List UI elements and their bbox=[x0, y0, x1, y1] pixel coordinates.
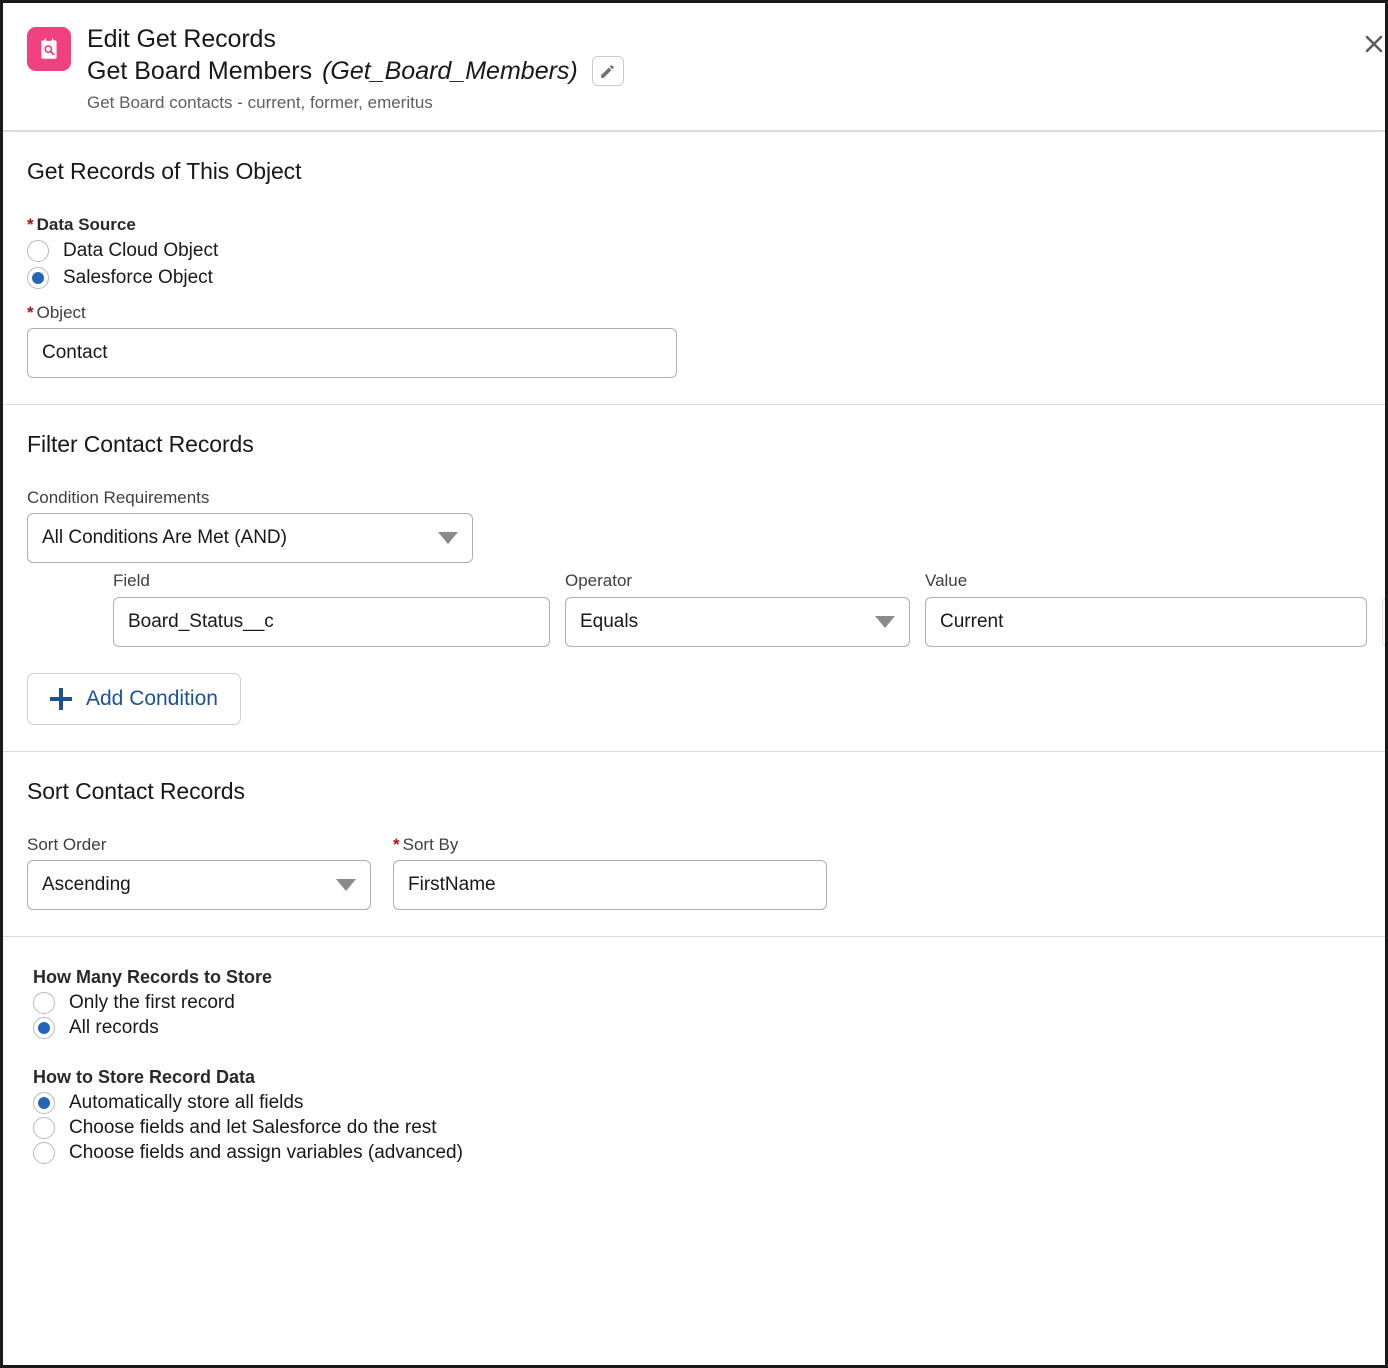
sort-by-group: * Sort By FirstName bbox=[393, 835, 827, 911]
required-indicator: * bbox=[27, 303, 34, 323]
sort-order-group: Sort Order Ascending bbox=[27, 835, 371, 911]
radio-choose-fields-assign-variables[interactable]: Choose fields and assign variables (adva… bbox=[33, 1142, 1361, 1165]
radio-control[interactable] bbox=[33, 1142, 55, 1165]
radio-control[interactable] bbox=[33, 1017, 55, 1040]
object-value: Contact bbox=[42, 342, 108, 364]
element-label: Get Board Members bbox=[87, 56, 313, 85]
condition-requirements-select[interactable]: All Conditions Are Met (AND) bbox=[27, 513, 473, 564]
sort-order-value: Ascending bbox=[42, 874, 131, 896]
chevron-down-icon bbox=[438, 532, 458, 545]
radio-control[interactable] bbox=[33, 1092, 55, 1115]
pencil-icon bbox=[601, 65, 615, 78]
radio-data-cloud-object[interactable]: Data Cloud Object bbox=[27, 240, 1361, 263]
sort-order-label: Sort Order bbox=[27, 835, 107, 855]
radio-label: Automatically store all fields bbox=[69, 1092, 304, 1114]
radio-control[interactable] bbox=[27, 240, 49, 263]
value-column-header: Value bbox=[925, 571, 968, 591]
condition-requirements-value: All Conditions Are Met (AND) bbox=[42, 527, 287, 549]
how-to-store-group: How to Store Record Data Automatically s… bbox=[33, 1067, 1361, 1165]
radio-choose-fields-salesforce-rest[interactable]: Choose fields and let Salesforce do the … bbox=[33, 1117, 1361, 1140]
plus-icon bbox=[50, 688, 72, 711]
condition-field-value: Board_Status__c bbox=[128, 611, 274, 633]
object-input[interactable]: Contact bbox=[27, 328, 677, 379]
add-condition-label: Add Condition bbox=[86, 687, 218, 711]
store-section: How Many Records to Store Only the first… bbox=[3, 937, 1385, 1174]
chevron-down-icon bbox=[875, 616, 895, 629]
sort-by-label: * Sort By bbox=[393, 835, 459, 855]
operator-column-header: Operator bbox=[565, 571, 633, 591]
required-indicator: * bbox=[393, 835, 400, 855]
radio-salesforce-object[interactable]: Salesforce Object bbox=[27, 267, 1361, 290]
radio-label: Only the first record bbox=[69, 992, 235, 1014]
sort-order-select[interactable]: Ascending bbox=[27, 860, 371, 911]
dialog-header: Edit Get Records Get Board Members (Get_… bbox=[3, 3, 1385, 133]
condition-value-text: Current bbox=[940, 611, 1004, 633]
radio-label: Data Cloud Object bbox=[63, 240, 219, 262]
condition-row: Field Board_Status__c Operator Equals Va… bbox=[113, 571, 1385, 648]
sort-by-value: FirstName bbox=[408, 874, 496, 896]
condition-operator-value: Equals bbox=[580, 611, 639, 633]
required-indicator: * bbox=[27, 215, 34, 235]
add-condition-button[interactable]: Add Condition bbox=[27, 673, 241, 726]
dialog-title: Edit Get Records bbox=[87, 25, 276, 53]
object-field-group: * Object Contact bbox=[27, 303, 1361, 379]
element-api-name: (Get_Board_Members) bbox=[322, 56, 578, 85]
radio-only-first-record[interactable]: Only the first record bbox=[33, 992, 1361, 1015]
radio-all-records[interactable]: All records bbox=[33, 1017, 1361, 1040]
element-description: Get Board contacts - current, former, em… bbox=[87, 93, 433, 113]
element-name-row: Get Board Members (Get_Board_Members) bbox=[87, 55, 624, 89]
condition-requirements-label: Condition Requirements bbox=[27, 488, 210, 508]
radio-label: Choose fields and assign variables (adva… bbox=[69, 1142, 463, 1164]
condition-field-input[interactable]: Board_Status__c bbox=[113, 597, 550, 648]
delete-condition-button[interactable] bbox=[1382, 597, 1385, 648]
condition-value-input[interactable]: Current bbox=[925, 597, 1367, 648]
object-section: Get Records of This Object * Data Source … bbox=[3, 132, 1385, 406]
radio-label: All records bbox=[69, 1017, 159, 1039]
sort-section-title: Sort Contact Records bbox=[27, 778, 245, 805]
condition-operator-cell: Operator Equals bbox=[565, 571, 910, 648]
filter-section-title: Filter Contact Records bbox=[27, 431, 254, 458]
object-section-title: Get Records of This Object bbox=[27, 158, 302, 185]
radio-control[interactable] bbox=[27, 267, 49, 290]
field-column-header: Field bbox=[113, 571, 150, 591]
condition-requirements-group: Condition Requirements All Conditions Ar… bbox=[27, 488, 1361, 564]
how-many-records-group: How Many Records to Store Only the first… bbox=[33, 967, 1361, 1040]
data-source-label: * Data Source bbox=[27, 215, 136, 235]
filter-section: Filter Contact Records Condition Require… bbox=[3, 405, 1385, 753]
get-records-clipboard-search-icon bbox=[27, 27, 71, 71]
chevron-down-icon bbox=[336, 879, 356, 892]
radio-label: Choose fields and let Salesforce do the … bbox=[69, 1117, 437, 1139]
object-label: * Object bbox=[27, 303, 86, 323]
condition-field-cell: Field Board_Status__c bbox=[113, 571, 550, 648]
sort-by-input[interactable]: FirstName bbox=[393, 860, 827, 911]
close-x-icon bbox=[1365, 35, 1383, 53]
how-many-records-heading: How Many Records to Store bbox=[33, 967, 273, 988]
condition-value-cell: Value Current bbox=[925, 571, 1367, 648]
radio-control[interactable] bbox=[33, 1117, 55, 1140]
edit-name-button[interactable] bbox=[591, 56, 624, 87]
data-source-group: * Data Source Data Cloud Object Salesforc… bbox=[27, 215, 1361, 290]
close-button[interactable] bbox=[1357, 27, 1385, 61]
edit-get-records-dialog: Edit Get Records Get Board Members (Get_… bbox=[0, 0, 1388, 1368]
condition-operator-select[interactable]: Equals bbox=[565, 597, 910, 648]
how-to-store-heading: How to Store Record Data bbox=[33, 1067, 256, 1088]
radio-label: Salesforce Object bbox=[63, 267, 213, 289]
radio-automatically-store-all-fields[interactable]: Automatically store all fields bbox=[33, 1092, 1361, 1115]
sort-section: Sort Contact Records Sort Order Ascendin… bbox=[3, 752, 1385, 938]
radio-control[interactable] bbox=[33, 992, 55, 1015]
